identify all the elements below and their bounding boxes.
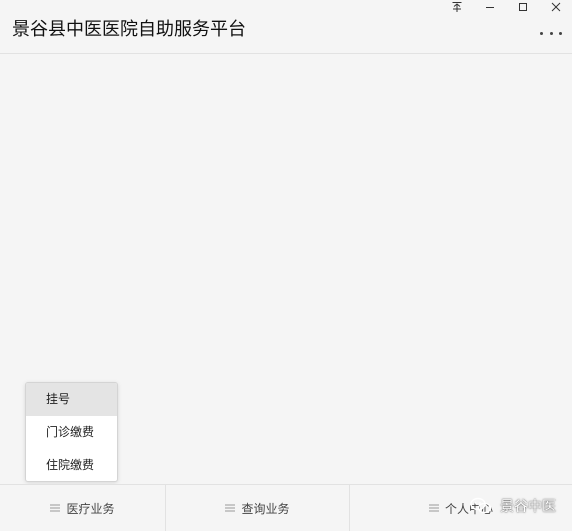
menu-item-registration[interactable]: 挂号 xyxy=(26,383,117,416)
menu-icon xyxy=(50,504,61,512)
tab-medical-services[interactable]: 医疗业务 xyxy=(0,485,165,531)
window-controls xyxy=(440,0,572,14)
menu-icon xyxy=(428,504,439,512)
tab-query-services[interactable]: 查询业务 xyxy=(165,485,349,531)
maximize-button[interactable] xyxy=(506,0,539,14)
menu-icon xyxy=(225,504,236,512)
menu-item-outpatient-payment[interactable]: 门诊缴费 xyxy=(26,416,117,449)
title-bar: 景谷县中医医院自助服务平台 xyxy=(0,0,572,54)
tab-label: 医疗业务 xyxy=(66,501,115,516)
minimize-icon xyxy=(485,2,495,12)
menu-item-inpatient-payment[interactable]: 住院缴费 xyxy=(26,449,117,481)
pin-icon xyxy=(451,1,463,13)
maximize-icon xyxy=(518,2,528,12)
more-dot-icon xyxy=(540,31,543,35)
close-button[interactable] xyxy=(539,0,572,14)
mini-program-window: 景谷县中医医院自助服务平台 挂号 门诊缴费 住院缴费 医疗业务 查询业务 个人中… xyxy=(0,0,572,531)
minimize-button[interactable] xyxy=(473,0,506,14)
medical-services-popup-menu: 挂号 门诊缴费 住院缴费 xyxy=(25,382,118,482)
watermark-text: 景谷中医 xyxy=(500,499,556,515)
more-dot-icon xyxy=(559,31,562,35)
wechat-watermark: 景谷中医 xyxy=(470,494,556,518)
close-icon xyxy=(551,2,561,12)
more-options-button[interactable] xyxy=(540,28,562,38)
pin-button[interactable] xyxy=(440,0,473,14)
window-title: 景谷县中医医院自助服务平台 xyxy=(12,19,246,40)
wechat-logo-icon xyxy=(470,497,492,515)
more-dot-icon xyxy=(549,31,553,35)
tab-label: 查询业务 xyxy=(241,501,290,516)
